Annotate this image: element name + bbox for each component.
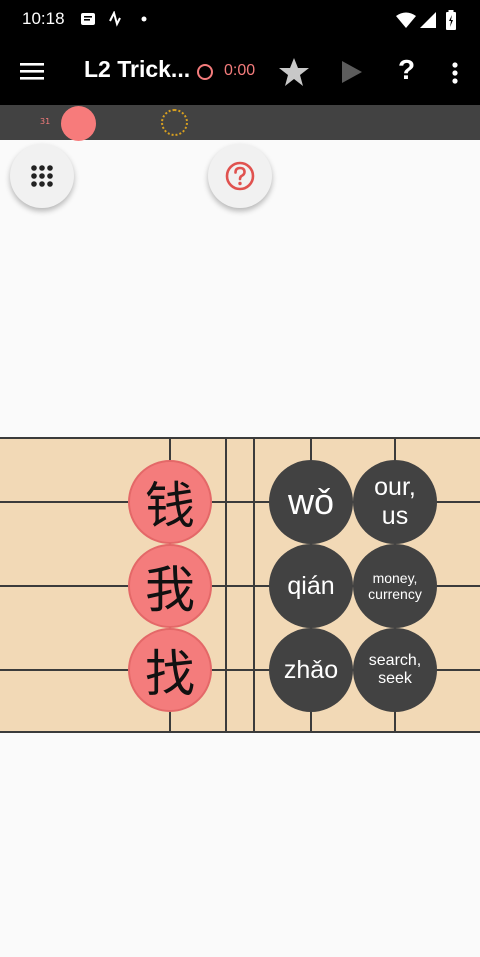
grid-icon	[31, 165, 53, 187]
timer-value: 0:00	[224, 62, 256, 79]
hanzi-piece[interactable]: 我	[128, 544, 212, 628]
pinyin-tile[interactable]: qián	[269, 544, 353, 628]
activity-icon	[109, 11, 121, 27]
help-icon[interactable]: ?	[398, 54, 415, 86]
menu-icon[interactable]	[20, 61, 44, 81]
hanzi-piece[interactable]: 钱	[128, 460, 212, 544]
board-divider	[225, 439, 227, 731]
current-progress-marker	[61, 106, 96, 141]
board-divider	[253, 439, 255, 731]
pinyin-tile[interactable]: zhǎo	[269, 628, 353, 712]
status-time: 10:18	[22, 9, 65, 28]
hanzi-piece[interactable]: 找	[128, 628, 212, 712]
meaning-tile[interactable]: money, currency	[353, 544, 437, 628]
hint-button[interactable]	[208, 144, 272, 208]
meaning-tile[interactable]: our, us	[353, 460, 437, 544]
more-icon[interactable]	[452, 62, 458, 84]
question-circle-icon	[225, 161, 255, 191]
game-board: 钱 我 找 wǒ qián zhǎo our, us money, curren…	[0, 437, 480, 733]
pinyin-tile[interactable]: wǒ	[269, 460, 353, 544]
battery-icon	[446, 10, 456, 30]
wifi-icon	[396, 12, 416, 28]
star-icon[interactable]	[278, 56, 310, 88]
meaning-tile[interactable]: search, seek	[353, 628, 437, 712]
progress-strip: 31	[0, 105, 480, 141]
app-bar: L2 Trick... 0:00 ?	[0, 40, 480, 105]
signal-icon	[420, 12, 436, 28]
timer-icon	[197, 64, 213, 80]
target-progress-marker	[161, 109, 188, 136]
page-title: L2 Trick...	[84, 56, 191, 82]
progress-count: 31	[40, 117, 51, 126]
message-icon	[81, 13, 95, 25]
grid-menu-button[interactable]	[10, 144, 74, 208]
play-icon[interactable]	[338, 59, 364, 85]
status-bar: 10:18	[0, 0, 480, 40]
dot-icon	[141, 16, 147, 22]
